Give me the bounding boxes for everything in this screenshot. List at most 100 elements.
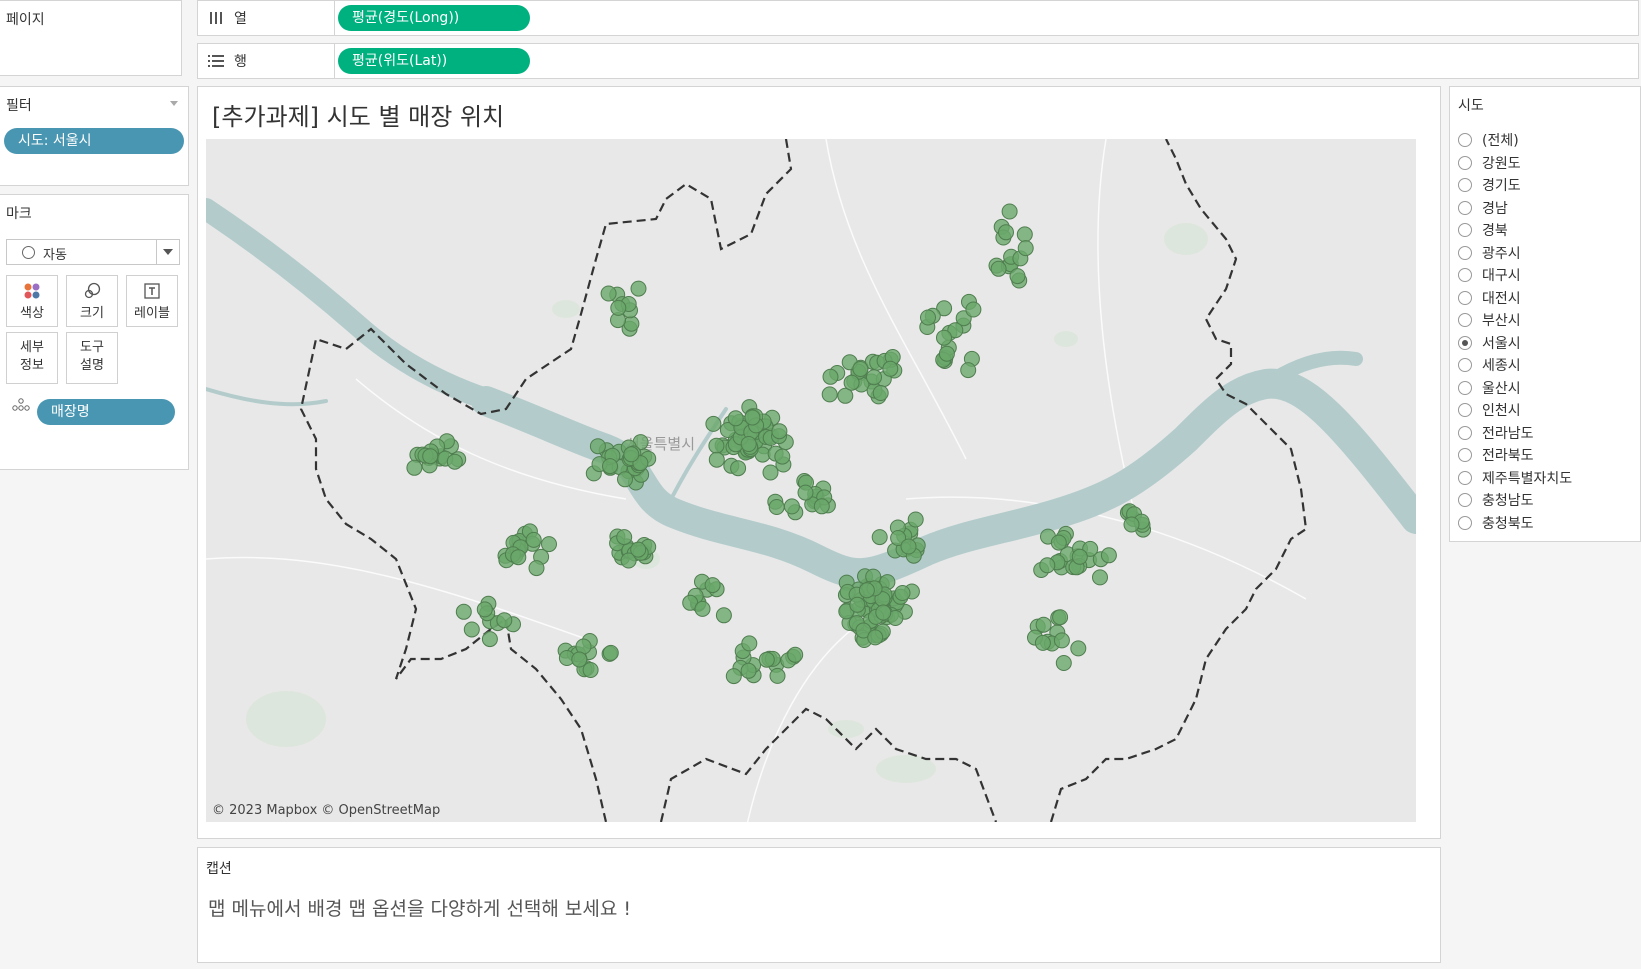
radio-button[interactable] — [1458, 178, 1472, 192]
store-mark[interactable] — [741, 635, 758, 652]
store-mark[interactable] — [858, 582, 875, 599]
store-mark[interactable] — [704, 577, 721, 594]
store-mark[interactable] — [813, 498, 830, 515]
store-mark[interactable] — [730, 460, 747, 477]
store-mark[interactable] — [960, 362, 977, 379]
store-mark[interactable] — [602, 458, 618, 475]
store-mark[interactable] — [769, 667, 786, 684]
label-button[interactable]: 레이블 — [126, 275, 178, 327]
store-mark[interactable] — [998, 224, 1014, 241]
store-mark[interactable] — [1070, 640, 1087, 657]
mark-type-dropdown[interactable]: 자동 — [6, 239, 180, 265]
radio-button[interactable] — [1458, 223, 1472, 237]
store-mark[interactable] — [882, 360, 899, 377]
store-mark[interactable] — [875, 604, 892, 621]
store-mark[interactable] — [705, 415, 722, 432]
store-mark[interactable] — [617, 471, 633, 488]
store-mark[interactable] — [600, 285, 617, 302]
store-mark[interactable] — [744, 409, 761, 426]
radio-button[interactable] — [1458, 335, 1472, 350]
chevron-down-icon[interactable] — [156, 240, 179, 264]
store-mark[interactable] — [965, 301, 982, 318]
sido-option[interactable]: 전라남도 — [1458, 422, 1534, 444]
color-button[interactable]: 색상 — [6, 275, 58, 327]
radio-button[interactable] — [1458, 245, 1472, 260]
sido-option[interactable]: 경북 — [1458, 219, 1508, 241]
store-mark[interactable] — [822, 368, 839, 385]
store-mark[interactable] — [708, 437, 725, 454]
store-mark[interactable] — [510, 549, 527, 566]
rows-shelf[interactable]: 행 평균(위도(Lat)) — [197, 43, 1639, 79]
store-mark[interactable] — [771, 423, 788, 440]
sido-option[interactable]: 충청북도 — [1458, 512, 1534, 534]
store-mark[interactable] — [571, 651, 588, 668]
store-mark[interactable] — [1009, 268, 1026, 285]
radio-button[interactable] — [1458, 313, 1472, 327]
radio-button[interactable] — [1458, 493, 1472, 507]
store-mark[interactable] — [907, 511, 924, 528]
detail-button[interactable]: 세부 정보 — [6, 332, 58, 384]
store-mark[interactable] — [936, 329, 952, 346]
store-mark[interactable] — [762, 464, 779, 481]
store-mark[interactable] — [476, 601, 493, 618]
store-mark[interactable] — [1055, 655, 1072, 671]
columns-shelf[interactable]: 열 평균(경도(Long)) — [197, 0, 1639, 36]
store-mark[interactable] — [1035, 616, 1052, 633]
columns-pill-longitude[interactable]: 평균(경도(Long)) — [338, 5, 530, 31]
filters-menu-icon[interactable] — [170, 101, 178, 106]
store-mark[interactable] — [1123, 516, 1140, 533]
store-mark[interactable] — [708, 451, 725, 468]
store-mark[interactable] — [623, 446, 640, 463]
store-mark[interactable] — [602, 644, 619, 661]
sido-option[interactable]: 경기도 — [1458, 174, 1521, 196]
store-mark[interactable] — [1017, 240, 1034, 257]
store-mark[interactable] — [774, 448, 791, 465]
store-mark[interactable] — [938, 345, 955, 362]
radio-button[interactable] — [1458, 133, 1472, 147]
sido-option[interactable]: 전라북도 — [1458, 444, 1534, 466]
store-mark[interactable] — [525, 531, 542, 548]
store-mark[interactable] — [1034, 634, 1051, 651]
store-mark[interactable] — [630, 280, 647, 297]
store-mark[interactable] — [758, 651, 775, 668]
sido-option[interactable]: 서울시 — [1458, 332, 1521, 354]
store-mark[interactable] — [990, 260, 1007, 277]
store-mark[interactable] — [821, 386, 838, 403]
store-mark[interactable] — [866, 369, 882, 386]
sido-option[interactable]: 부산시 — [1458, 309, 1521, 331]
sido-option[interactable]: 광주시 — [1458, 242, 1521, 264]
store-mark[interactable] — [1016, 226, 1033, 243]
radio-button[interactable] — [1458, 200, 1472, 215]
store-mark[interactable] — [496, 612, 513, 629]
sido-option[interactable]: 대구시 — [1458, 264, 1521, 286]
store-mark[interactable] — [1001, 203, 1018, 220]
store-mark[interactable] — [920, 309, 936, 326]
store-mark[interactable] — [422, 448, 439, 465]
store-mark[interactable] — [1039, 557, 1056, 574]
radio-button[interactable] — [1458, 448, 1472, 462]
store-mark[interactable] — [582, 662, 599, 678]
store-mark[interactable] — [740, 436, 757, 452]
tooltip-button[interactable]: 도구 설명 — [66, 332, 118, 384]
store-mark[interactable] — [783, 498, 800, 515]
store-mark[interactable] — [541, 536, 557, 553]
store-mark[interactable] — [740, 662, 757, 679]
store-mark[interactable] — [797, 484, 814, 501]
rows-pill-latitude[interactable]: 평균(위도(Lat)) — [338, 48, 530, 74]
store-mark[interactable] — [1050, 534, 1067, 551]
radio-button[interactable] — [1458, 290, 1472, 305]
store-mark[interactable] — [727, 410, 744, 427]
store-mark[interactable] — [715, 607, 732, 624]
store-mark[interactable] — [894, 585, 911, 601]
map-canvas[interactable]: 서울특별시 © 2023 Mapbox © OpenStreetMap — [206, 139, 1416, 822]
radio-button[interactable] — [1458, 155, 1472, 170]
radio-button[interactable] — [1458, 380, 1472, 395]
store-mark[interactable] — [852, 361, 869, 377]
detail-pill-store-name[interactable]: 매장명 — [37, 399, 175, 425]
size-button[interactable]: 크기 — [66, 275, 118, 327]
store-mark[interactable] — [610, 299, 627, 316]
sido-option[interactable]: 세종시 — [1458, 354, 1521, 376]
radio-button[interactable] — [1458, 268, 1472, 282]
store-mark[interactable] — [528, 560, 545, 577]
store-mark[interactable] — [455, 603, 472, 620]
